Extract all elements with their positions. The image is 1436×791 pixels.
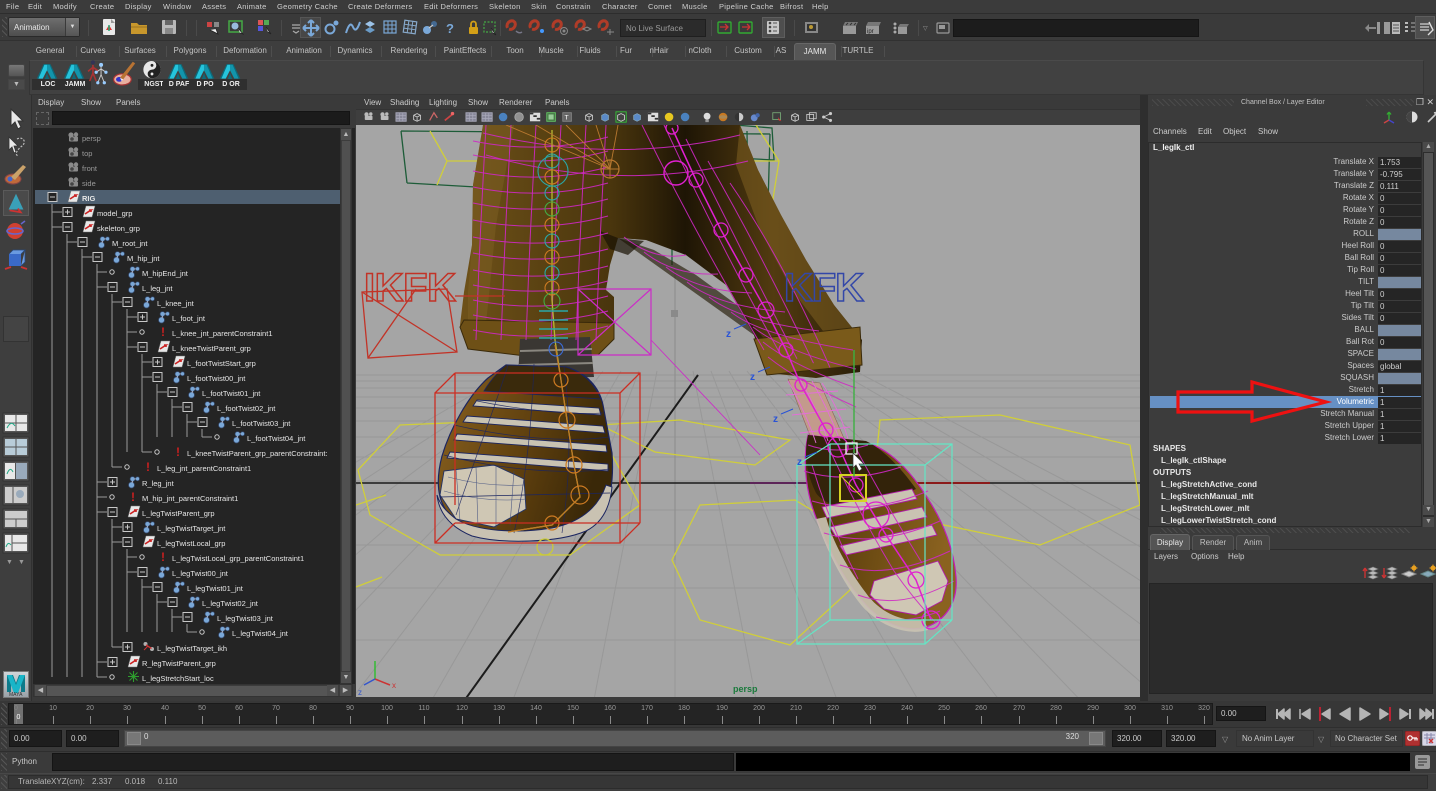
svg-text:L_leg_jnt: L_leg_jnt xyxy=(142,284,173,293)
svg-text:z: z xyxy=(726,329,731,340)
svg-text:side: side xyxy=(82,179,96,188)
svg-text:?: ? xyxy=(446,21,454,36)
svg-text:z: z xyxy=(797,457,802,468)
svg-text:L_foot_jnt: L_foot_jnt xyxy=(172,314,206,323)
svg-text:L_leg_jnt_parentConstraint1: L_leg_jnt_parentConstraint1 xyxy=(157,464,251,473)
svg-text:L_legTwistTarget_jnt: L_legTwistTarget_jnt xyxy=(157,524,226,533)
svg-text:M_hipEnd_jnt: M_hipEnd_jnt xyxy=(142,269,189,278)
svg-text:R_leg_jnt: R_leg_jnt xyxy=(142,479,175,488)
svg-text:L_knee_jnt: L_knee_jnt xyxy=(157,299,195,308)
svg-text:L_footTwist02_jnt: L_footTwist02_jnt xyxy=(217,404,276,413)
svg-text:persp: persp xyxy=(733,684,758,694)
svg-text:M_root_jnt: M_root_jnt xyxy=(112,239,148,248)
svg-text:x: x xyxy=(392,681,396,690)
svg-text:L_footTwist03_jnt: L_footTwist03_jnt xyxy=(232,419,291,428)
svg-text:!: ! xyxy=(176,445,180,459)
svg-text:L_kneeTwistParent_grp_parentCo: L_kneeTwistParent_grp_parentConstraint: xyxy=(187,449,328,458)
svg-text:z: z xyxy=(750,372,755,383)
svg-text:IKFK: IKFK xyxy=(364,266,456,310)
svg-text:KFK: KFK xyxy=(784,266,864,310)
svg-text:L_legTwist03_jnt: L_legTwist03_jnt xyxy=(217,614,274,623)
svg-text:top: top xyxy=(82,149,92,158)
svg-text:!: ! xyxy=(131,490,135,504)
svg-text:L_kneeTwistParent_grp: L_kneeTwistParent_grp xyxy=(172,344,251,353)
svg-text:model_grp: model_grp xyxy=(97,209,132,218)
svg-text:!: ! xyxy=(161,325,165,339)
svg-text:L_footTwistStart_grp: L_footTwistStart_grp xyxy=(187,359,256,368)
svg-text:L_legTwist00_jnt: L_legTwist00_jnt xyxy=(172,569,229,578)
svg-text:L_legTwistTarget_ikh: L_legTwistTarget_ikh xyxy=(157,644,227,653)
svg-text:M_hip_jnt_parentConstraint1: M_hip_jnt_parentConstraint1 xyxy=(142,494,238,503)
svg-text:L_legTwistParent_grp: L_legTwistParent_grp xyxy=(142,509,215,518)
svg-text:L_legTwist01_jnt: L_legTwist01_jnt xyxy=(187,584,244,593)
svg-text:skeleton_grp: skeleton_grp xyxy=(97,224,140,233)
svg-text:RIG: RIG xyxy=(82,194,96,203)
svg-text:z: z xyxy=(358,688,362,697)
svg-text:ipr: ipr xyxy=(867,29,874,35)
svg-text:R_legTwistParent_grp: R_legTwistParent_grp xyxy=(142,659,216,668)
svg-text:z: z xyxy=(773,414,778,425)
svg-text:!: ! xyxy=(146,460,150,474)
svg-text:L_footTwist01_jnt: L_footTwist01_jnt xyxy=(202,389,261,398)
svg-text:L_legStretchStart_loc: L_legStretchStart_loc xyxy=(142,674,214,683)
svg-text:!: ! xyxy=(161,550,165,564)
svg-text:front: front xyxy=(82,164,98,173)
svg-text:L_legTwistLocal_grp: L_legTwistLocal_grp xyxy=(157,539,225,548)
svg-text:L_footTwist04_jnt: L_footTwist04_jnt xyxy=(247,434,306,443)
svg-text:L_knee_jnt_parentConstraint1: L_knee_jnt_parentConstraint1 xyxy=(172,329,273,338)
svg-text:MAYA: MAYA xyxy=(9,692,23,697)
svg-text:persp: persp xyxy=(82,134,101,143)
svg-text:L_legTwistLocal_grp_parentCons: L_legTwistLocal_grp_parentConstraint1 xyxy=(172,554,304,563)
svg-text:L_legTwist02_jnt: L_legTwist02_jnt xyxy=(202,599,259,608)
svg-text:M_hip_jnt: M_hip_jnt xyxy=(127,254,160,263)
svg-text:L_footTwist00_jnt: L_footTwist00_jnt xyxy=(187,374,246,383)
svg-text:L_legTwist04_jnt: L_legTwist04_jnt xyxy=(232,629,289,638)
